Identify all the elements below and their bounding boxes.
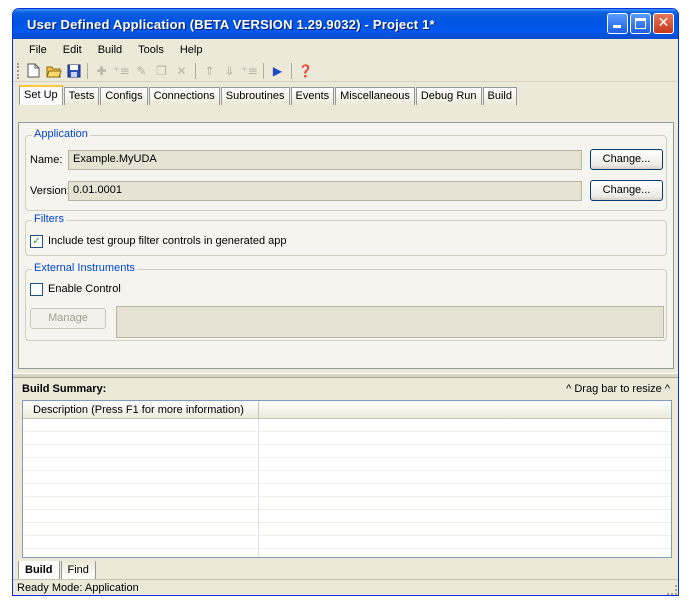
run-icon[interactable]: ▶ xyxy=(269,62,286,79)
toolbar-separator xyxy=(87,62,88,79)
menu-help[interactable]: Help xyxy=(172,44,211,56)
toolbar-grip-icon[interactable] xyxy=(17,62,20,79)
window-title: User Defined Application (BETA VERSION 1… xyxy=(27,16,435,32)
external-instruments-group: External Instruments Enable Control Mana… xyxy=(25,262,667,341)
build-summary-header: Build Summary: ^ Drag bar to resize ^ xyxy=(18,379,674,399)
toolbar: ✚ ⁺≡ ✎ ❐ ✕ ⇑ ⇓ ⁺≡ ▶ ❓ xyxy=(13,60,678,82)
maximize-icon xyxy=(635,18,646,29)
resize-grip-icon[interactable] xyxy=(667,585,677,595)
name-label: Name: xyxy=(30,154,63,166)
application-group: Application Name: Example.MyUDA Change..… xyxy=(25,128,667,211)
indent-icon[interactable]: ⁺≡ xyxy=(241,62,258,79)
build-summary-grid[interactable]: Description (Press F1 for more informati… xyxy=(22,400,672,558)
name-field[interactable]: Example.MyUDA xyxy=(68,150,582,170)
toolbar-separator xyxy=(195,62,196,79)
enable-control-label[interactable]: Enable Control xyxy=(48,283,121,295)
enable-control-checkbox[interactable] xyxy=(30,283,43,296)
menu-build[interactable]: Build xyxy=(90,44,130,56)
version-label: Version: xyxy=(30,185,70,197)
empty-column-header xyxy=(259,401,671,418)
table-row xyxy=(23,458,671,471)
minimize-icon xyxy=(613,25,621,28)
close-icon: ✕ xyxy=(657,15,670,31)
save-icon[interactable] xyxy=(65,62,82,79)
setup-panel: Application Name: Example.MyUDA Change..… xyxy=(18,122,674,369)
external-instruments-legend: External Instruments xyxy=(32,262,137,274)
resize-hint: ^ Drag bar to resize ^ xyxy=(566,383,670,395)
menu-tools[interactable]: Tools xyxy=(130,44,172,56)
table-row xyxy=(23,536,671,549)
window-controls: ✕ xyxy=(607,13,674,34)
table-row xyxy=(23,523,671,536)
tab-subroutines[interactable]: Subroutines xyxy=(220,87,290,105)
tab-tests[interactable]: Tests xyxy=(63,87,100,105)
tab-events[interactable]: Events xyxy=(290,87,335,105)
change-version-button[interactable]: Change... xyxy=(590,180,663,201)
filters-group: Filters ✓ Include test group filter cont… xyxy=(25,213,667,256)
toolbar-separator xyxy=(291,62,292,79)
tab-configs[interactable]: Configs xyxy=(100,87,148,105)
grid-header: Description (Press F1 for more informati… xyxy=(23,401,671,419)
help-icon[interactable]: ❓ xyxy=(297,62,314,79)
maximize-button[interactable] xyxy=(630,13,651,34)
filters-legend: Filters xyxy=(32,213,66,225)
bottom-tabs: Build Find xyxy=(18,561,97,581)
minimize-button[interactable] xyxy=(607,13,628,34)
table-row xyxy=(23,484,671,497)
description-column-header[interactable]: Description (Press F1 for more informati… xyxy=(23,401,259,418)
table-row xyxy=(23,471,671,484)
main-tabs: Set Up Tests Configs Connections Subrout… xyxy=(13,85,678,105)
bottom-tab-find[interactable]: Find xyxy=(60,561,96,581)
manage-button[interactable]: Manage xyxy=(30,308,106,329)
edit-icon[interactable]: ✎ xyxy=(133,62,150,79)
add-icon[interactable]: ✚ xyxy=(93,62,110,79)
tab-set-up[interactable]: Set Up xyxy=(19,85,63,105)
application-legend: Application xyxy=(32,128,90,140)
filter-checkbox[interactable]: ✓ xyxy=(30,235,43,248)
menu-file[interactable]: File xyxy=(21,44,55,56)
table-row xyxy=(23,419,671,432)
table-row xyxy=(23,432,671,445)
open-icon[interactable] xyxy=(45,62,62,79)
filter-checkbox-label[interactable]: Include test group filter controls in ge… xyxy=(48,235,286,247)
table-row xyxy=(23,445,671,458)
table-row xyxy=(23,549,671,557)
version-field[interactable]: 0.01.0001 xyxy=(68,181,582,201)
new-icon[interactable] xyxy=(25,62,42,79)
move-up-icon[interactable]: ⇑ xyxy=(201,62,218,79)
menu-bar: File Edit Build Tools Help xyxy=(13,39,678,60)
status-text: Ready Mode: Application xyxy=(17,582,139,594)
resize-splitter[interactable] xyxy=(13,373,678,378)
tab-build[interactable]: Build xyxy=(482,87,517,105)
toolbar-separator xyxy=(263,62,264,79)
tab-debug-run[interactable]: Debug Run xyxy=(415,87,482,105)
status-bar: Ready Mode: Application xyxy=(13,579,678,595)
table-row xyxy=(23,497,671,510)
move-down-icon[interactable]: ⇓ xyxy=(221,62,238,79)
change-name-button[interactable]: Change... xyxy=(590,149,663,170)
instrument-field xyxy=(116,306,664,338)
app-window: User Defined Application (BETA VERSION 1… xyxy=(12,8,679,596)
add-sub-icon[interactable]: ⁺≡ xyxy=(113,62,130,79)
title-bar[interactable]: User Defined Application (BETA VERSION 1… xyxy=(13,9,678,39)
tab-miscellaneous[interactable]: Miscellaneous xyxy=(335,87,415,105)
close-button[interactable]: ✕ xyxy=(653,13,674,34)
tab-connections[interactable]: Connections xyxy=(148,87,220,105)
build-summary-title: Build Summary: xyxy=(22,383,107,395)
table-row xyxy=(23,510,671,523)
bottom-tab-build[interactable]: Build xyxy=(18,561,60,581)
delete-icon[interactable]: ✕ xyxy=(173,62,190,79)
copy-icon[interactable]: ❐ xyxy=(153,62,170,79)
menu-edit[interactable]: Edit xyxy=(55,44,90,56)
